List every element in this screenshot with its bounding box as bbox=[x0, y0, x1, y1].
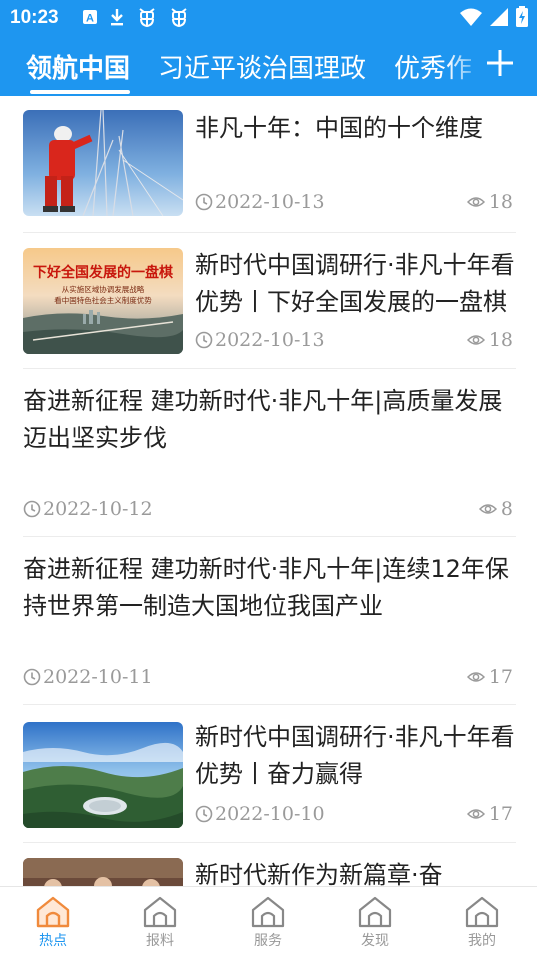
news-date: 2022-10-12 bbox=[23, 498, 153, 520]
news-views-count: 17 bbox=[488, 803, 513, 825]
news-item[interactable]: 下好全国发展的一盘棋 从实施区域协调发展战略 看中国特色社会主义制度优势 新时代… bbox=[23, 233, 516, 369]
home-icon bbox=[143, 896, 177, 928]
news-title[interactable]: 新时代新作为新篇章·奋 bbox=[195, 857, 515, 886]
news-views: 18 bbox=[466, 191, 513, 213]
news-date: 2022-10-13 bbox=[195, 329, 325, 351]
eye-icon bbox=[478, 504, 497, 514]
news-date: 2022-10-11 bbox=[23, 666, 153, 688]
status-time: 10:23 bbox=[10, 7, 59, 28]
news-title[interactable]: 奋进新征程 建功新时代·非凡十年|高质量发展迈出坚实步伐 bbox=[23, 383, 516, 457]
status-bar: 10:23 A bbox=[0, 0, 537, 38]
bottom-navigation: 热点 报料 服务 发现 我的 bbox=[0, 886, 537, 956]
channel-tabs: 领航中国 习近平谈治国理政 优秀作 bbox=[0, 38, 537, 96]
news-item[interactable]: 非凡十年：中国的十个维度 2022-10-13 18 bbox=[23, 96, 516, 233]
eye-icon bbox=[466, 335, 485, 345]
active-tab-indicator bbox=[30, 90, 130, 94]
app-header: 10:23 A 领航中国 习近平谈治国理政 优秀作 bbox=[0, 0, 537, 96]
nav-label: 热点 bbox=[39, 933, 67, 949]
nav-label: 我的 bbox=[468, 933, 496, 949]
news-item[interactable]: 新时代中国调研行·非凡十年看优势丨奋力赢得 2022-10-10 17 bbox=[23, 705, 516, 843]
news-title[interactable]: 新时代中国调研行·非凡十年看优势丨下好全国发展的一盘棋 bbox=[195, 247, 515, 321]
news-item[interactable]: 奋进新征程 建功新时代·非凡十年|高质量发展迈出坚实步伐 2022-10-12 … bbox=[23, 369, 516, 537]
home-icon bbox=[251, 896, 285, 928]
news-thumbnail bbox=[23, 110, 183, 216]
wifi-icon bbox=[460, 8, 482, 26]
news-views-count: 18 bbox=[488, 191, 513, 213]
system-icons bbox=[459, 6, 529, 28]
news-date-text: 2022-10-12 bbox=[43, 498, 153, 520]
add-channel-icon[interactable] bbox=[483, 46, 517, 80]
news-title[interactable]: 奋进新征程 建功新时代·非凡十年|连续12年保持世界第一制造大国地位我国产业 bbox=[23, 551, 516, 625]
home-icon bbox=[358, 896, 392, 928]
battery-icon bbox=[516, 6, 528, 27]
eye-icon bbox=[466, 809, 485, 819]
nav-label: 服务 bbox=[254, 933, 282, 949]
tab-governance[interactable]: 习近平谈治国理政 bbox=[158, 48, 366, 85]
news-item[interactable]: 奋进新征程 建功新时代·非凡十年|连续12年保持世界第一制造大国地位我国产业 2… bbox=[23, 537, 516, 705]
clock-icon bbox=[23, 668, 41, 686]
bug-icon bbox=[139, 8, 155, 28]
news-date-text: 2022-10-11 bbox=[43, 666, 153, 688]
svg-text:A: A bbox=[86, 13, 94, 25]
news-views-count: 17 bbox=[488, 666, 513, 688]
home-icon bbox=[465, 896, 499, 928]
news-views: 17 bbox=[466, 803, 513, 825]
nav-hotspot[interactable]: 热点 bbox=[18, 895, 88, 950]
eye-icon bbox=[466, 672, 485, 682]
news-feed[interactable]: 非凡十年：中国的十个维度 2022-10-13 18 下好全国发展的一盘棋 从实… bbox=[0, 96, 537, 886]
nav-report[interactable]: 报料 bbox=[125, 895, 195, 950]
tab-lingxiang-china[interactable]: 领航中国 bbox=[26, 48, 130, 85]
news-date: 2022-10-13 bbox=[195, 191, 325, 213]
news-views: 17 bbox=[466, 666, 513, 688]
download-icon bbox=[111, 9, 123, 26]
clock-icon bbox=[195, 805, 213, 823]
news-date-text: 2022-10-13 bbox=[215, 329, 325, 351]
news-views-count: 8 bbox=[500, 498, 513, 520]
news-thumbnail bbox=[23, 858, 183, 886]
tab-fade bbox=[447, 38, 487, 96]
clock-icon bbox=[23, 500, 41, 518]
thumb-subline-2: 看中国特色社会主义制度优势 bbox=[54, 295, 152, 305]
news-date: 2022-10-10 bbox=[195, 803, 325, 825]
app-notification-icon: A bbox=[83, 10, 97, 25]
news-views: 18 bbox=[466, 329, 513, 351]
nav-mine[interactable]: 我的 bbox=[447, 895, 517, 950]
news-thumbnail: 下好全国发展的一盘棋 从实施区域协调发展战略 看中国特色社会主义制度优势 bbox=[23, 248, 183, 354]
news-date-text: 2022-10-13 bbox=[215, 191, 325, 213]
news-thumbnail bbox=[23, 722, 183, 828]
thumb-subline-1: 从实施区域协调发展战略 bbox=[62, 284, 145, 294]
news-title[interactable]: 新时代中国调研行·非凡十年看优势丨奋力赢得 bbox=[195, 719, 515, 793]
eye-icon bbox=[466, 197, 485, 207]
nav-label: 发现 bbox=[361, 933, 389, 949]
clock-icon bbox=[195, 193, 213, 211]
nav-discover[interactable]: 发现 bbox=[340, 895, 410, 950]
notification-icons: A bbox=[82, 6, 190, 28]
clock-icon bbox=[195, 331, 213, 349]
signal-icon bbox=[490, 8, 508, 26]
news-views-count: 18 bbox=[488, 329, 513, 351]
thumb-headline: 下好全国发展的一盘棋 bbox=[33, 264, 173, 281]
news-views: 8 bbox=[478, 498, 513, 520]
bug-icon bbox=[171, 8, 187, 28]
nav-label: 报料 bbox=[146, 933, 174, 949]
home-icon bbox=[36, 896, 70, 928]
news-date-text: 2022-10-10 bbox=[215, 803, 325, 825]
news-item[interactable]: 新时代新作为新篇章·奋 bbox=[23, 843, 516, 886]
news-title[interactable]: 非凡十年：中国的十个维度 bbox=[195, 110, 515, 147]
nav-service[interactable]: 服务 bbox=[233, 895, 303, 950]
